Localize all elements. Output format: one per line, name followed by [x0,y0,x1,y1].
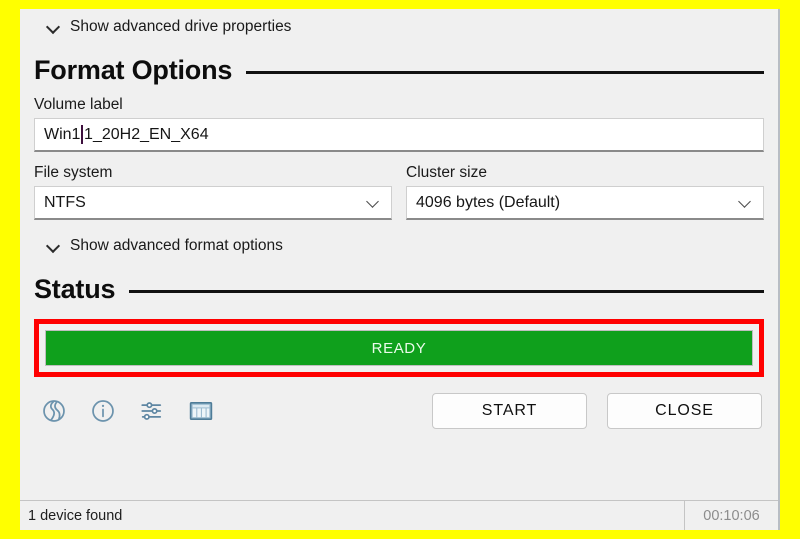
dialog-content: Show advanced drive properties Format Op… [20,9,778,500]
show-advanced-format-options-toggle[interactable]: Show advanced format options [47,234,764,258]
info-icon[interactable] [89,397,117,425]
close-button[interactable]: CLOSE [607,393,762,429]
chevron-down-icon [367,196,380,209]
file-system-select[interactable]: NTFS [34,186,392,220]
toolbar-icon-strip [34,397,215,425]
cluster-size-field-group: Cluster size 4096 bytes (Default) [406,164,764,220]
file-system-value: NTFS [44,193,86,211]
status-progress-bar: READY [45,330,753,366]
progress-bar-highlight-box: READY [34,319,764,377]
globe-icon[interactable] [40,397,68,425]
rufus-dialog-window: Show advanced drive properties Format Op… [20,9,780,530]
filesystem-cluster-row: File system NTFS Cluster size 4096 bytes… [34,164,764,220]
format-options-title: Format Options [34,55,233,85]
show-advanced-drive-properties-toggle[interactable]: Show advanced drive properties [47,15,764,39]
file-system-field-group: File system NTFS [34,164,392,220]
status-heading: Status [34,274,764,305]
text-caret [81,125,84,144]
start-button[interactable]: START [432,393,587,429]
chevron-down-icon [739,196,752,209]
format-options-heading: Format Options [34,55,764,86]
volume-label-value-before-caret: Win1 [44,125,81,143]
cluster-size-value: 4096 bytes (Default) [416,193,561,211]
dialog-buttons: START CLOSE [432,393,764,429]
volume-label-caption: Volume label [34,96,123,113]
heading-rule [129,290,764,293]
heading-rule [246,71,764,74]
status-bar: 1 device found 00:10:06 [20,500,778,530]
show-advanced-drive-properties-label: Show advanced drive properties [70,18,292,35]
cluster-size-select[interactable]: 4096 bytes (Default) [406,186,764,220]
status-progress-label: READY [371,339,427,357]
chevron-down-icon [47,239,61,253]
show-advanced-format-options-label: Show advanced format options [70,237,283,254]
bottom-action-row: START CLOSE [34,393,764,429]
file-system-caption: File system [34,164,113,181]
volume-label-field-group: Volume label Win1 1_20H2_EN_X64 [34,96,764,152]
cluster-size-caption: Cluster size [406,164,487,181]
chevron-down-icon [47,20,61,34]
log-grid-icon[interactable] [187,397,215,425]
volume-label-input[interactable]: Win1 1_20H2_EN_X64 [34,118,764,152]
settings-sliders-icon[interactable] [138,397,166,425]
volume-label-value-after-caret: 1_20H2_EN_X64 [84,125,209,143]
status-bar-message: 1 device found [28,507,123,524]
status-title: Status [34,274,116,304]
status-bar-timer: 00:10:06 [684,501,778,530]
